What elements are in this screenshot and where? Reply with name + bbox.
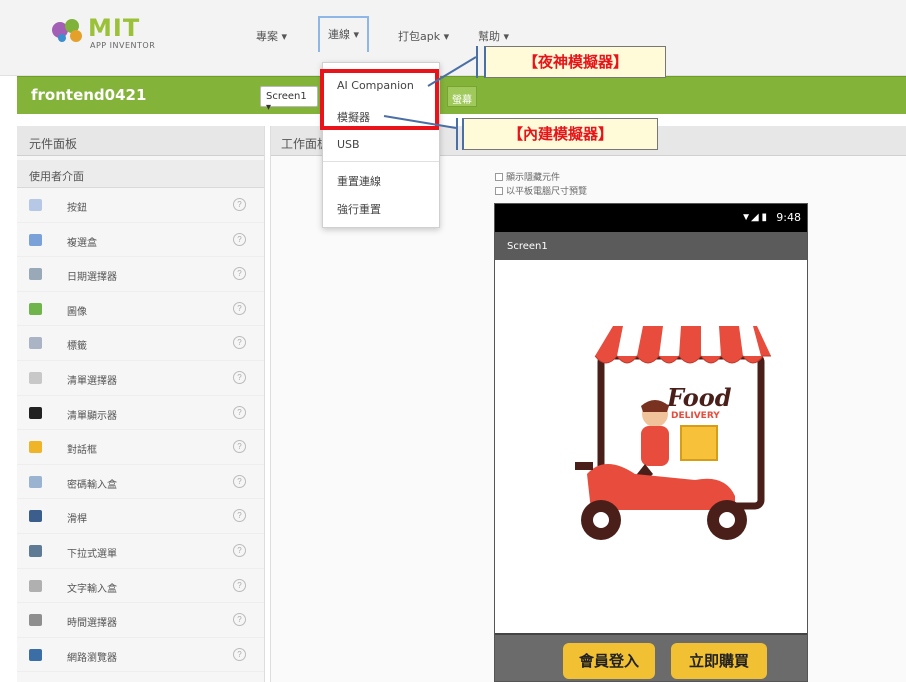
show-hidden-label: 顯示隱藏元件 [506, 173, 561, 183]
palette-item-label: 圖像 [67, 306, 87, 318]
palette-item-label: 對話框 [67, 445, 97, 457]
palette-item-label: 日期選擇器 [67, 272, 117, 284]
help-icon[interactable]: ? [233, 543, 246, 557]
palette-item-label: 標籤 [67, 341, 87, 353]
help-icon[interactable]: ? [233, 578, 246, 592]
phone-status-bar: ▼◢ ▮ 9:48 [495, 204, 807, 232]
illustration-delivery-text: DELIVERY [671, 411, 720, 421]
image-icon [29, 302, 42, 315]
warning-icon [29, 441, 42, 454]
palette-item-label: 時間選擇器 [67, 618, 117, 630]
app-inventor-bee-icon [52, 19, 82, 42]
help-icon[interactable]: ? [233, 198, 246, 211]
app-inventor-logo[interactable]: MIT APP INVENTOR [48, 14, 188, 54]
spinner-icon [29, 544, 42, 557]
tablet-preview-label: 以平板電腦尺寸預覽 [506, 187, 588, 197]
project-bar: frontend0421 Screen1 ▾ 螢幕 [17, 76, 906, 114]
help-icon[interactable]: ? [233, 405, 246, 419]
palette-list: 按鈕? 複選盒? 日期選擇器? 圖像? 標籤? 清單選擇器? 清單顯示器? 對話框? 密碼輸入盒… [17, 188, 264, 673]
phone-title-bar: Screen1 [495, 232, 807, 260]
top-bar: MIT APP INVENTOR 專案 ▾ 連線 ▾ 打包apk ▾ 幫助 ▾ [0, 0, 906, 76]
checkbox-icon [495, 187, 503, 195]
button-icon [29, 199, 42, 211]
phone-bottom-bar: 會員登入 立即購買 [495, 633, 807, 681]
help-icon[interactable]: ? [233, 232, 246, 246]
help-icon[interactable]: ? [233, 647, 246, 661]
palette-item[interactable]: 下拉式選單? [17, 534, 264, 569]
password-icon [29, 475, 42, 488]
project-name: frontend0421 [31, 86, 147, 104]
palette-item[interactable]: 密碼輸入盒? [17, 465, 264, 500]
menu-help[interactable]: 幫助 ▾ [478, 28, 509, 44]
callout-connector [456, 118, 458, 150]
highlight-box [320, 69, 439, 130]
checkbox-icon [495, 173, 503, 181]
help-icon[interactable]: ? [233, 613, 246, 627]
help-icon[interactable]: ? [233, 301, 246, 315]
help-icon[interactable]: ? [233, 509, 246, 523]
slider-icon [29, 510, 42, 523]
palette-item-label: 清單選擇器 [67, 375, 117, 387]
palette-item[interactable]: 滑桿? [17, 499, 264, 534]
logo-subtitle: APP INVENTOR [90, 41, 156, 50]
palette-panel: 元件面板 使用者介面 按鈕? 複選盒? 日期選擇器? 圖像? 標籤? 清單選擇器? 清單顯示… [17, 126, 265, 682]
tablet-preview-checkbox[interactable]: 以平板電腦尺寸預覽 [495, 184, 587, 197]
menu-item-usb[interactable]: USB [337, 138, 360, 151]
palette-item-label: 按鈕 [67, 203, 87, 214]
web-icon [29, 648, 42, 661]
show-hidden-checkbox[interactable]: 顯示隱藏元件 [495, 170, 560, 183]
menu-connect[interactable]: 連線 ▾ [318, 16, 370, 52]
screen-button[interactable]: 螢幕 [447, 86, 477, 107]
palette-title: 元件面板 [17, 126, 264, 156]
label-icon [29, 337, 42, 350]
palette-item[interactable]: 清單顯示器? [17, 396, 264, 431]
palette-item-label: 複選盒 [67, 237, 97, 249]
menu-item-reset-connection[interactable]: 重置連線 [337, 173, 381, 189]
menu-build[interactable]: 打包apk ▾ [398, 28, 449, 44]
clock-icon [29, 614, 42, 627]
menu-divider [323, 161, 439, 162]
callout-nox-emulator: 【夜神模擬器】 [484, 46, 666, 78]
palette-item-label: 清單顯示器 [67, 410, 117, 422]
list-view-icon [29, 406, 42, 419]
food-delivery-illustration: Food DELIVERY [575, 326, 771, 540]
palette-item[interactable]: 標籤? [17, 326, 264, 361]
palette-item[interactable]: 時間選擇器? [17, 603, 264, 638]
palette-item-label: 文字輸入盒 [67, 583, 117, 595]
palette-item[interactable]: 日期選擇器? [17, 257, 264, 292]
palette-item-label: 密碼輸入盒 [67, 479, 117, 491]
palette-item[interactable]: 複選盒? [17, 223, 264, 258]
palette-item-label: 下拉式選單 [67, 548, 117, 560]
screen-selector[interactable]: Screen1 ▾ [260, 86, 318, 113]
callout-connector [476, 46, 478, 78]
checkbox-icon [29, 233, 42, 246]
help-icon[interactable]: ? [233, 267, 246, 281]
palette-item-label: 滑桿 [67, 514, 87, 526]
callout-builtin-emulator: 【內建模擬器】 [462, 118, 658, 150]
phone-preview: ▼◢ ▮ 9:48 Screen1 Food DELIVERY 會員登入 立即購… [494, 203, 808, 682]
logo-text: MIT [88, 14, 141, 42]
palette-item[interactable]: 文字輸入盒? [17, 569, 264, 604]
list-picker-icon [29, 371, 42, 384]
status-time: 9:48 [776, 211, 801, 224]
palette-item[interactable]: 圖像? [17, 292, 264, 327]
palette-item[interactable]: 按鈕? [17, 188, 264, 223]
palette-item-label: 網路瀏覽器 [67, 652, 117, 664]
help-icon[interactable]: ? [233, 440, 246, 454]
buy-now-button[interactable]: 立即購買 [671, 643, 767, 679]
illustration-food-text: Food [666, 383, 732, 412]
menu-projects[interactable]: 專案 ▾ [256, 28, 287, 44]
palette-group-user-interface[interactable]: 使用者介面 [17, 160, 264, 188]
palette-item[interactable]: 對話框? [17, 430, 264, 465]
palette-item[interactable]: 清單選擇器? [17, 361, 264, 396]
calendar-icon [29, 268, 42, 281]
textbox-icon [29, 579, 42, 592]
member-login-button[interactable]: 會員登入 [563, 643, 655, 679]
menu-item-hard-reset[interactable]: 強行重置 [337, 201, 381, 217]
help-icon[interactable]: ? [233, 370, 246, 384]
signal-battery-icon: ▼◢ ▮ [741, 212, 767, 223]
help-icon[interactable]: ? [233, 474, 246, 488]
help-icon[interactable]: ? [233, 336, 246, 350]
palette-item[interactable]: 網路瀏覽器? [17, 638, 264, 673]
